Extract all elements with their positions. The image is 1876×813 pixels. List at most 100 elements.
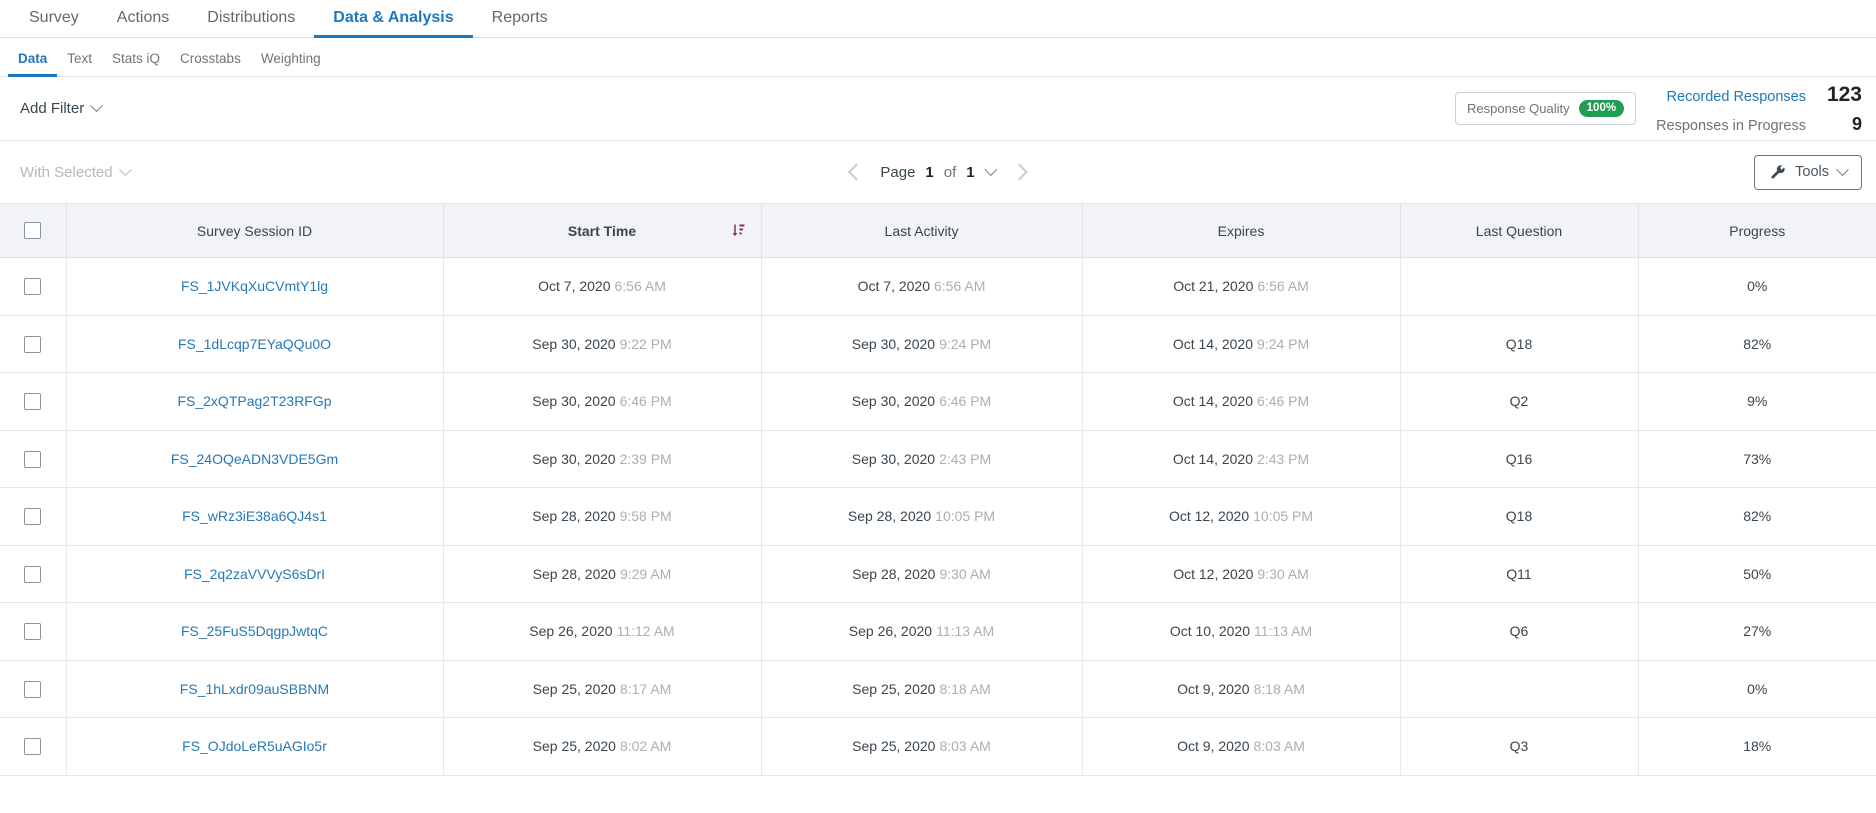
cell-start-time-time: 9:58 PM bbox=[619, 508, 672, 525]
table-row[interactable]: FS_1JVKqXuCVmtY1lg Oct 7, 2020 6:56 AM Oct … bbox=[0, 257, 1876, 316]
column-header-last-question[interactable]: Last Question bbox=[1400, 203, 1639, 258]
table-row[interactable]: FS_24OQeADN3VDE5Gm Sep 30, 2020 2:39 PM Sep… bbox=[0, 430, 1876, 488]
tools-button[interactable]: Tools bbox=[1754, 154, 1862, 190]
page-indicator[interactable]: Page 1 of 1 bbox=[880, 162, 998, 181]
row-select-cell bbox=[0, 717, 67, 776]
survey-session-id-link[interactable]: FS_OJdoLeR5uAGIo5r bbox=[182, 738, 327, 754]
cell-survey-session-id: FS_24OQeADN3VDE5Gm bbox=[66, 430, 444, 488]
cell-last-activity: Sep 25, 2020 8:18 AM bbox=[761, 660, 1083, 718]
actions-bar: With Selected Page 1 of 1 Tools bbox=[0, 141, 1876, 203]
row-checkbox[interactable] bbox=[24, 278, 42, 296]
subnav-item-text[interactable]: Text bbox=[57, 51, 102, 78]
cell-start-time-date: Sep 28, 2020 bbox=[532, 565, 616, 582]
column-header-progress[interactable]: Progress bbox=[1638, 203, 1876, 258]
cell-survey-session-id: FS_25FuS5DqgpJwtqC bbox=[66, 602, 444, 661]
response-quality-button[interactable]: Response Quality 100% bbox=[1455, 92, 1637, 125]
cell-last-activity-date: Sep 25, 2020 bbox=[852, 738, 936, 755]
row-select-cell bbox=[0, 602, 67, 661]
table-header: Survey Session ID Start Time Last Activi… bbox=[0, 203, 1876, 258]
table-row[interactable]: FS_wRz3iE38a6QJ4s1 Sep 28, 2020 9:58 PM Sep… bbox=[0, 487, 1876, 546]
table-row[interactable]: FS_1hLxdr09auSBBNM Sep 25, 2020 8:17 AM Sep… bbox=[0, 660, 1876, 718]
cell-last-activity: Sep 30, 2020 2:43 PM bbox=[761, 430, 1083, 488]
pagination: Page 1 of 1 bbox=[847, 162, 1029, 181]
column-header-start-time[interactable]: Start Time bbox=[443, 203, 762, 258]
table-row[interactable]: FS_2q2zaVVVyS6sDrI Sep 28, 2020 9:29 AM Sep… bbox=[0, 545, 1876, 603]
cell-start-time: Sep 28, 2020 9:29 AM bbox=[443, 545, 762, 603]
survey-session-id-link[interactable]: FS_24OQeADN3VDE5Gm bbox=[171, 451, 338, 467]
column-header-survey-session-id[interactable]: Survey Session ID bbox=[66, 203, 444, 258]
cell-start-time: Sep 28, 2020 9:58 PM bbox=[443, 487, 762, 546]
row-select-cell bbox=[0, 660, 67, 718]
column-header-last-activity[interactable]: Last Activity bbox=[761, 203, 1083, 258]
survey-session-id-link[interactable]: FS_25FuS5DqgpJwtqC bbox=[181, 623, 328, 639]
nav-item-reports[interactable]: Reports bbox=[473, 10, 567, 38]
chevron-down-icon bbox=[118, 162, 132, 176]
table-row[interactable]: FS_1dLcqp7EYaQQu0O Sep 30, 2020 9:22 PM Sep… bbox=[0, 315, 1876, 373]
nav-item-actions[interactable]: Actions bbox=[98, 10, 188, 38]
survey-session-id-link[interactable]: FS_wRz3iE38a6QJ4s1 bbox=[182, 508, 327, 524]
cell-expires-time: 8:18 AM bbox=[1253, 680, 1305, 697]
select-all-header bbox=[0, 203, 67, 258]
cell-last-activity: Oct 7, 2020 6:56 AM bbox=[761, 257, 1083, 316]
response-quality-badge: 100% bbox=[1578, 100, 1625, 117]
cell-expires-time: 6:56 AM bbox=[1257, 278, 1309, 295]
recorded-responses-link[interactable]: Recorded Responses bbox=[1667, 89, 1806, 105]
cell-last-activity-date: Oct 7, 2020 bbox=[857, 278, 930, 295]
subnav-item-weighting[interactable]: Weighting bbox=[251, 51, 331, 78]
subnav-item-data[interactable]: Data bbox=[8, 51, 58, 77]
cell-last-activity: Sep 28, 2020 9:30 AM bbox=[761, 545, 1083, 603]
cell-expires: Oct 9, 2020 8:03 AM bbox=[1082, 717, 1401, 776]
cell-progress: 9% bbox=[1638, 372, 1876, 431]
row-checkbox[interactable] bbox=[24, 335, 42, 353]
row-checkbox[interactable] bbox=[24, 738, 42, 756]
previous-page-button[interactable] bbox=[847, 163, 865, 181]
cell-survey-session-id: FS_1JVKqXuCVmtY1lg bbox=[66, 257, 444, 316]
survey-session-id-link[interactable]: FS_2xQTPag2T23RFGp bbox=[177, 393, 331, 409]
cell-expires: Oct 14, 2020 6:46 PM bbox=[1082, 372, 1401, 431]
nav-item-data-and-analysis[interactable]: Data & Analysis bbox=[314, 10, 473, 38]
table-body: FS_1JVKqXuCVmtY1lg Oct 7, 2020 6:56 AM Oct … bbox=[0, 257, 1876, 776]
next-page-button[interactable] bbox=[1011, 163, 1029, 181]
add-filter-button[interactable]: Add Filter bbox=[20, 99, 104, 117]
cell-start-time-time: 2:39 PM bbox=[619, 450, 672, 467]
cell-start-time: Sep 30, 2020 6:46 PM bbox=[443, 372, 762, 431]
select-all-checkbox[interactable] bbox=[24, 222, 42, 240]
table-row[interactable]: FS_2xQTPag2T23RFGp Sep 30, 2020 6:46 PM Sep… bbox=[0, 372, 1876, 431]
secondary-navigation: Data Text Stats iQ Crosstabs Weighting bbox=[0, 38, 1876, 77]
cell-expires-date: Oct 9, 2020 bbox=[1177, 680, 1250, 697]
survey-session-id-link[interactable]: FS_1hLxdr09auSBBNM bbox=[180, 681, 329, 697]
table-row[interactable]: FS_OJdoLeR5uAGIo5r Sep 25, 2020 8:02 AM Sep… bbox=[0, 717, 1876, 776]
row-checkbox[interactable] bbox=[24, 450, 42, 468]
cell-progress: 73% bbox=[1638, 430, 1876, 488]
row-checkbox[interactable] bbox=[24, 680, 42, 698]
cell-last-activity: Sep 30, 2020 9:24 PM bbox=[761, 315, 1083, 373]
column-header-expires[interactable]: Expires bbox=[1082, 203, 1401, 258]
row-checkbox[interactable] bbox=[24, 393, 42, 411]
cell-progress: 27% bbox=[1638, 602, 1876, 661]
cell-start-time-date: Sep 30, 2020 bbox=[532, 335, 616, 352]
cell-last-activity-time: 10:05 PM bbox=[935, 508, 996, 525]
survey-session-id-link[interactable]: FS_1JVKqXuCVmtY1lg bbox=[181, 278, 328, 294]
subnav-item-stats-iq[interactable]: Stats iQ bbox=[102, 51, 170, 78]
cell-expires-date: Oct 10, 2020 bbox=[1169, 623, 1251, 640]
cell-progress: 82% bbox=[1638, 487, 1876, 546]
nav-item-distributions[interactable]: Distributions bbox=[188, 10, 314, 38]
cell-last-activity-date: Sep 30, 2020 bbox=[851, 393, 936, 410]
survey-session-id-link[interactable]: FS_1dLcqp7EYaQQu0O bbox=[178, 336, 331, 352]
cell-last-activity-time: 9:30 AM bbox=[939, 565, 991, 582]
cell-last-activity-time: 2:43 PM bbox=[939, 450, 992, 467]
cell-last-activity-date: Sep 28, 2020 bbox=[852, 565, 936, 582]
row-checkbox[interactable] bbox=[24, 623, 42, 641]
survey-session-id-link[interactable]: FS_2q2zaVVVyS6sDrI bbox=[184, 566, 325, 582]
row-checkbox[interactable] bbox=[24, 508, 42, 526]
row-checkbox[interactable] bbox=[24, 565, 42, 583]
page-current: 1 bbox=[925, 163, 934, 181]
cell-start-time: Sep 30, 2020 2:39 PM bbox=[443, 430, 762, 488]
chevron-down-icon bbox=[1836, 162, 1849, 176]
cell-last-question: Q11 bbox=[1400, 545, 1639, 603]
page-word: Page bbox=[880, 163, 916, 181]
table-row[interactable]: FS_25FuS5DqgpJwtqC Sep 26, 2020 11:12 AM Se… bbox=[0, 602, 1876, 661]
subnav-item-crosstabs[interactable]: Crosstabs bbox=[170, 51, 251, 78]
with-selected-dropdown[interactable]: With Selected bbox=[20, 162, 132, 181]
nav-item-survey[interactable]: Survey bbox=[10, 10, 98, 38]
